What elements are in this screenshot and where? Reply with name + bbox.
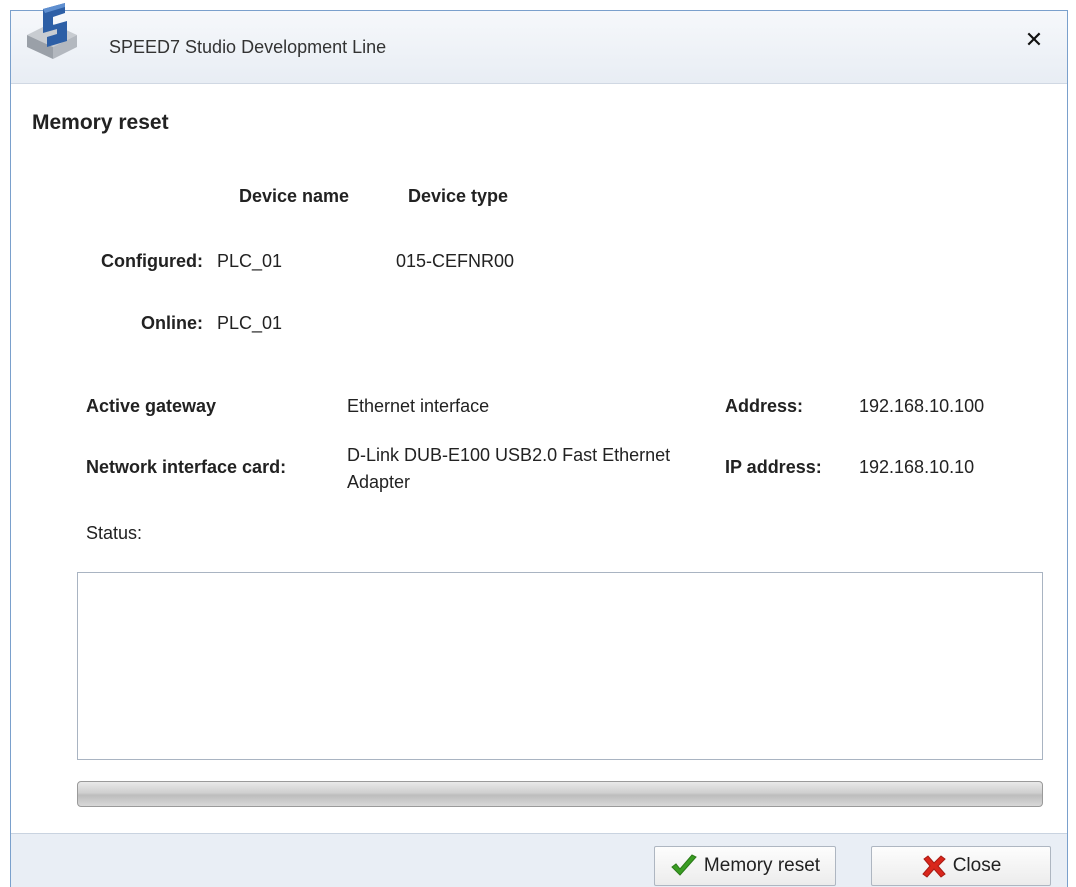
address-label: Address:	[725, 396, 804, 416]
status-label: Status:	[86, 523, 143, 543]
active-gateway-label: Active gateway	[86, 396, 217, 416]
memory-reset-button-label: Memory reset	[703, 855, 821, 876]
close-icon[interactable]: ✕	[1019, 25, 1049, 55]
status-log[interactable]	[77, 572, 1043, 760]
progress-bar	[77, 781, 1043, 807]
close-button-label: Close	[952, 855, 1002, 876]
network-interface-card-label: Network interface card:	[86, 457, 287, 477]
title-bar[interactable]: SPEED7 Studio Development Line ✕	[11, 3, 1067, 84]
dialog-window: SPEED7 Studio Development Line ✕ Memory …	[10, 3, 1068, 887]
window-title: SPEED7 Studio Development Line	[109, 37, 387, 57]
ip-address-value: 192.168.10.10	[859, 457, 975, 477]
address-value: 192.168.10.100	[859, 396, 985, 416]
speed7-logo-icon	[27, 3, 77, 59]
checkmark-icon	[671, 854, 697, 876]
online-label: Online:	[141, 313, 203, 333]
memory-reset-button[interactable]: Memory reset	[654, 846, 836, 886]
ip-address-label: IP address:	[725, 457, 822, 477]
configured-device-name: PLC_01	[217, 251, 283, 271]
column-header-device-name: Device name	[239, 186, 350, 206]
column-header-device-type: Device type	[408, 186, 509, 206]
active-gateway-value: Ethernet interface	[347, 396, 490, 416]
dialog-footer: Memory reset Close	[11, 833, 1067, 887]
red-x-icon	[921, 855, 946, 878]
configured-device-type: 015-CEFNR00	[396, 251, 515, 271]
page-title: Memory reset	[32, 111, 169, 134]
online-device-name: PLC_01	[217, 313, 283, 333]
configured-label: Configured:	[101, 251, 203, 271]
network-interface-card-value-line2: Adapter	[347, 472, 411, 492]
close-button[interactable]: Close	[871, 846, 1051, 886]
network-interface-card-value-line1: D-Link DUB-E100 USB2.0 Fast Ethernet	[347, 445, 671, 465]
